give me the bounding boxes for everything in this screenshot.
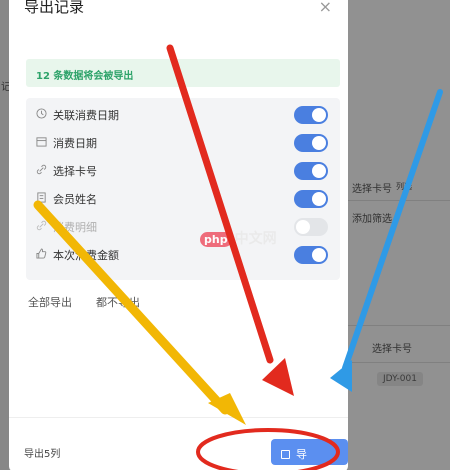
clock-icon xyxy=(36,108,47,119)
export-column-count: 导出5列 xyxy=(24,449,61,460)
watermark: php 中文网 xyxy=(200,228,277,248)
field-toggle[interactable] xyxy=(294,162,328,180)
field-row: 消费日期 xyxy=(26,132,340,154)
export-button[interactable]: 导 xyxy=(271,439,348,465)
export-dialog: 导出记录 × 12 条数据将会被导出 关联消费日期 消费日期 选择卡号 会员姓名… xyxy=(9,0,348,470)
thumb-icon xyxy=(36,248,47,259)
select-none-link[interactable]: 都不导出 xyxy=(96,294,140,310)
field-row: 选择卡号 xyxy=(26,160,340,182)
field-label: 消费日期 xyxy=(53,137,97,150)
field-label: 会员姓名 xyxy=(53,193,97,206)
field-toggle[interactable] xyxy=(294,134,328,152)
watermark-badge: php xyxy=(200,232,232,247)
dialog-title: 导出记录 xyxy=(24,0,85,16)
select-all-link[interactable]: 全部导出 xyxy=(28,294,72,310)
link-icon xyxy=(36,220,47,231)
field-toggle[interactable] xyxy=(294,106,328,124)
field-toggle[interactable] xyxy=(294,218,328,236)
footer-divider xyxy=(9,417,348,418)
field-row: 本次消费金额 xyxy=(26,244,340,266)
field-label: 消费明细 xyxy=(53,221,97,234)
export-button-label: 导 xyxy=(296,448,307,461)
export-icon xyxy=(281,450,290,459)
field-toggle[interactable] xyxy=(294,246,328,264)
field-label: 关联消费日期 xyxy=(53,109,119,122)
close-button[interactable]: × xyxy=(319,0,332,16)
export-count-notice: 12 条数据将会被导出 xyxy=(26,59,340,87)
field-toggle[interactable] xyxy=(294,190,328,208)
calendar-icon xyxy=(36,137,47,147)
field-list: 关联消费日期 消费日期 选择卡号 会员姓名 消费明细 本次消费金额 xyxy=(26,98,340,280)
field-row: 会员姓名 xyxy=(26,188,340,210)
link-icon xyxy=(36,164,47,175)
field-row: 关联消费日期 xyxy=(26,104,340,126)
field-label: 本次消费金额 xyxy=(53,249,119,262)
watermark-text: 中文网 xyxy=(234,231,277,247)
field-label: 选择卡号 xyxy=(53,165,97,178)
doc-icon xyxy=(37,192,46,203)
field-row: 消费明细 xyxy=(26,216,340,238)
